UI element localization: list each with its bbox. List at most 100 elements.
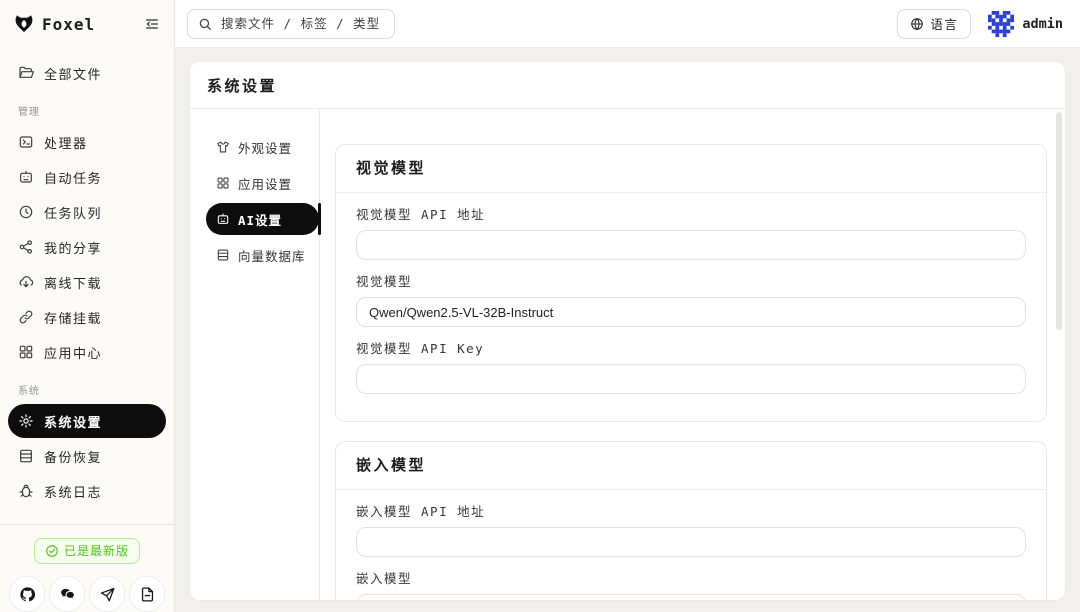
document-icon [139,586,156,603]
app-name: Foxel [42,15,95,34]
app-logo[interactable]: Foxel [13,13,95,35]
sidebar-item-label: 离线下载 [44,273,102,292]
user-menu[interactable]: admin [988,11,1063,37]
field-label: 视觉模型 [356,274,1026,290]
sidebar-section-management: 管理 [18,103,166,118]
field-label: 嵌入模型 [356,571,1026,587]
apps-grid-icon [216,176,230,190]
scrollbar-thumb[interactable] [1056,112,1062,330]
search-box[interactable] [187,9,395,39]
terminal-icon [18,134,34,150]
section-header: 视觉模型 [336,145,1046,193]
vision-model-input[interactable] [356,297,1026,327]
username: admin [1022,16,1063,32]
folder-open-icon [18,65,34,81]
wechat-icon [59,586,76,603]
share-icon [18,239,34,255]
fox-logo-icon [13,13,35,35]
cloud-download-icon [18,274,34,290]
main-area: 语言 admin 系统设置 外观设置 [175,0,1080,612]
tab-label: 应用设置 [238,174,292,193]
tab-vector-database[interactable]: 向量数据库 [206,239,319,271]
docs-link-button[interactable] [129,576,165,612]
tab-label: 向量数据库 [238,246,306,265]
sidebar-item-label: 处理器 [44,133,88,152]
sidebar: Foxel 全部文件 管理 处理器 自动任务 [0,0,175,612]
sidebar-item-label: 全部文件 [44,64,102,83]
sidebar-item-system-logs[interactable]: 系统日志 [8,474,166,508]
search-input[interactable] [219,15,384,32]
sidebar-item-label: 系统日志 [44,482,102,501]
section-title: 嵌入模型 [356,456,426,474]
globe-icon [910,17,924,31]
field-label: 视觉模型 API 地址 [356,207,1026,223]
field-label: 嵌入模型 API 地址 [356,504,1026,520]
active-tab-indicator [318,203,321,235]
section-body: 视觉模型 API 地址 视觉模型 视觉模型 API Key [336,207,1046,421]
sidebar-footer: 已是最新版 [0,524,174,612]
section-title: 视觉模型 [356,159,426,177]
sidebar-item-processors[interactable]: 处理器 [8,125,166,159]
sidebar-item-app-center[interactable]: 应用中心 [8,335,166,369]
sidebar-item-task-queue[interactable]: 任务队列 [8,195,166,229]
telegram-link-button[interactable] [89,576,125,612]
content-area: 系统设置 外观设置 应用设置 [175,48,1080,612]
settings-tabs: 外观设置 应用设置 AI设置 [206,109,319,600]
sidebar-item-label: 我的分享 [44,238,102,257]
section-body: 嵌入模型 API 地址 嵌入模型 [336,504,1046,600]
settings-card-body: 外观设置 应用设置 AI设置 [190,109,1065,600]
avatar [988,11,1014,37]
robot-icon [18,169,34,185]
tabs-divider [319,109,320,600]
version-badge[interactable]: 已是最新版 [34,538,140,564]
embedding-api-address-input[interactable] [356,527,1026,557]
settings-form: 视觉模型 视觉模型 API 地址 视觉模型 视觉模型 API Key [335,109,1047,600]
sidebar-item-label: 任务队列 [44,203,102,222]
search-icon [198,17,212,31]
check-circle-icon [45,544,59,558]
vision-api-key-input[interactable] [356,364,1026,394]
language-button[interactable]: 语言 [897,9,971,39]
github-link-button[interactable] [9,576,45,612]
topbar-right: 语言 admin [897,9,1063,39]
settings-card-header: 系统设置 [190,62,1065,109]
shirt-icon [216,140,230,154]
vision-api-address-input[interactable] [356,230,1026,260]
embedding-model-section: 嵌入模型 嵌入模型 API 地址 嵌入模型 [335,441,1047,600]
sidebar-item-label: 备份恢复 [44,447,102,466]
sidebar-item-label: 存储挂载 [44,308,102,327]
sidebar-item-storage-mounts[interactable]: 存储挂载 [8,300,166,334]
database-icon [18,448,34,464]
github-icon [19,586,36,603]
sidebar-collapse-button[interactable] [144,16,160,32]
gear-icon [18,413,34,429]
sidebar-item-label: 应用中心 [44,343,102,362]
vision-model-section: 视觉模型 视觉模型 API 地址 视觉模型 视觉模型 API Key [335,144,1047,422]
sidebar-item-offline-download[interactable]: 离线下载 [8,265,166,299]
robot-icon [216,212,230,226]
sidebar-item-label: 系统设置 [44,412,102,431]
link-icon [18,309,34,325]
sidebar-item-my-shares[interactable]: 我的分享 [8,230,166,264]
database-icon [216,248,230,262]
settings-card: 系统设置 外观设置 应用设置 [190,62,1065,600]
bug-icon [18,483,34,499]
version-badge-label: 已是最新版 [64,542,129,559]
page-title: 系统设置 [207,75,277,96]
sidebar-section-system: 系统 [18,382,166,397]
sidebar-nav: 全部文件 管理 处理器 自动任务 任务队列 我的分享 [0,48,174,524]
tab-ai-settings[interactable]: AI设置 [206,203,319,235]
sidebar-item-label: 自动任务 [44,168,102,187]
sidebar-item-auto-tasks[interactable]: 自动任务 [8,160,166,194]
apps-grid-icon [18,344,34,360]
tab-app-settings[interactable]: 应用设置 [206,167,319,199]
section-header: 嵌入模型 [336,442,1046,490]
sidebar-item-all-files[interactable]: 全部文件 [8,56,166,90]
tab-appearance-settings[interactable]: 外观设置 [206,131,319,163]
sidebar-header: Foxel [0,0,174,48]
embedding-model-input[interactable] [356,594,1026,600]
sidebar-item-system-settings[interactable]: 系统设置 [8,404,166,438]
wechat-link-button[interactable] [49,576,85,612]
field-label: 视觉模型 API Key [356,341,1026,357]
sidebar-item-backup-restore[interactable]: 备份恢复 [8,439,166,473]
